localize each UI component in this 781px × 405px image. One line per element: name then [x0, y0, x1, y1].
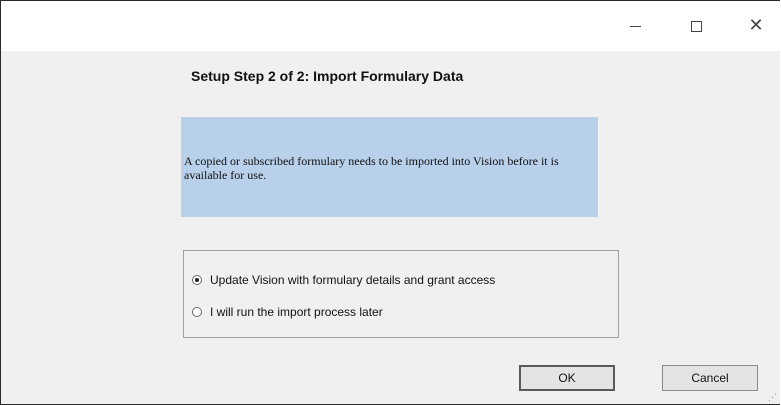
minimize-button[interactable]	[613, 1, 657, 51]
cancel-button[interactable]: Cancel	[662, 365, 758, 391]
option-import-later[interactable]: I will run the import process later	[192, 305, 383, 319]
radio-selected-icon[interactable]	[192, 275, 202, 285]
import-options-group: Update Vision with formulary details and…	[183, 250, 619, 338]
maximize-button[interactable]	[674, 1, 718, 51]
ok-button[interactable]: OK	[519, 365, 615, 391]
maximize-icon	[690, 20, 702, 32]
option-update-vision[interactable]: Update Vision with formulary details and…	[192, 273, 495, 287]
option-update-vision-label: Update Vision with formulary details and…	[210, 273, 496, 287]
info-text: A copied or subscribed formulary needs t…	[184, 154, 559, 182]
close-icon: ✕	[748, 15, 764, 36]
title-bar: ✕	[1, 1, 780, 51]
setup-dialog-window: ✕ Setup Step 2 of 2: Import Formulary Da…	[0, 0, 780, 405]
resize-grip-icon[interactable]: ⋰	[768, 393, 778, 403]
step-heading: Setup Step 2 of 2: Import Formulary Data	[191, 68, 464, 84]
radio-unselected-icon[interactable]	[192, 307, 202, 317]
option-import-later-label: I will run the import process later	[210, 305, 383, 319]
close-button[interactable]: ✕	[734, 1, 778, 51]
minimize-icon	[629, 25, 641, 27]
info-panel: A copied or subscribed formulary needs t…	[181, 117, 598, 217]
